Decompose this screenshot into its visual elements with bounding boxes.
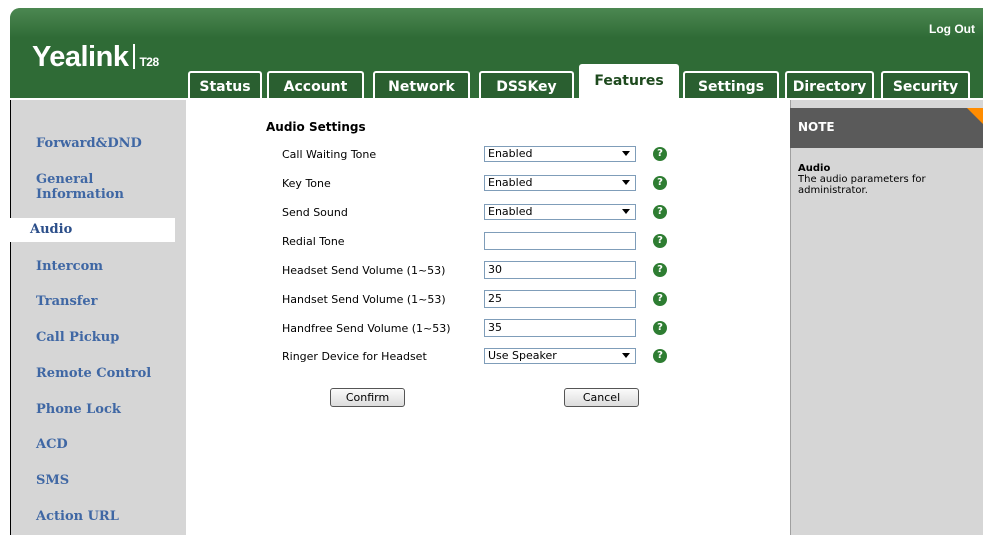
- sidebar-item-general-information[interactable]: General Information: [36, 172, 156, 202]
- headset-send-volume-input[interactable]: 30: [484, 261, 636, 279]
- section-heading: Audio Settings: [266, 120, 366, 134]
- handset-send-volume-label: Handset Send Volume (1~53): [282, 293, 446, 306]
- select-value: Enabled: [488, 205, 533, 218]
- help-icon[interactable]: ?: [653, 176, 667, 190]
- brand-model: T28: [139, 55, 159, 69]
- page: Yealink T28 Log Out Status Account Networ…: [0, 0, 983, 535]
- sidebar-item-transfer[interactable]: Transfer: [36, 294, 97, 309]
- sidebar-item-phone-lock[interactable]: Phone Lock: [36, 402, 121, 417]
- redial-tone-input[interactable]: [484, 232, 636, 250]
- chevron-down-icon: [622, 209, 630, 214]
- help-icon[interactable]: ?: [653, 292, 667, 306]
- tab-network[interactable]: Network: [373, 71, 470, 99]
- brand-name: Yealink: [32, 41, 129, 73]
- chevron-down-icon: [622, 151, 630, 156]
- note-corner-icon: [967, 108, 983, 124]
- ringer-device-headset-select[interactable]: Use Speaker: [484, 348, 636, 364]
- select-value: Enabled: [488, 176, 533, 189]
- cancel-button[interactable]: Cancel: [564, 388, 639, 407]
- tab-account[interactable]: Account: [267, 71, 364, 99]
- note-body: Audio The audio parameters for administr…: [798, 163, 968, 196]
- help-icon[interactable]: ?: [653, 349, 667, 363]
- handfree-send-volume-label: Handfree Send Volume (1~53): [282, 322, 451, 335]
- header-highlight: [10, 8, 983, 38]
- tab-security[interactable]: Security: [881, 71, 970, 99]
- sidebar-item-remote-control[interactable]: Remote Control: [36, 366, 151, 381]
- sidebar-item-intercom[interactable]: Intercom: [36, 259, 103, 274]
- call-waiting-tone-label: Call Waiting Tone: [282, 148, 377, 161]
- call-waiting-tone-select[interactable]: Enabled: [484, 146, 636, 162]
- logout-link[interactable]: Log Out: [929, 22, 975, 36]
- tab-settings[interactable]: Settings: [683, 71, 779, 99]
- tab-features[interactable]: Features: [579, 64, 679, 100]
- help-icon[interactable]: ?: [653, 234, 667, 248]
- ringer-device-headset-label: Ringer Device for Headset: [282, 350, 427, 363]
- main-content: [186, 100, 790, 535]
- confirm-button[interactable]: Confirm: [330, 388, 405, 407]
- headset-send-volume-label: Headset Send Volume (1~53): [282, 264, 446, 277]
- chevron-down-icon: [622, 180, 630, 185]
- sidebar-item-label: Audio: [30, 222, 73, 237]
- sidebar-item-call-pickup[interactable]: Call Pickup: [36, 330, 119, 345]
- sidebar: [11, 100, 186, 535]
- note-title-bar: NOTE: [790, 108, 983, 148]
- redial-tone-label: Redial Tone: [282, 235, 345, 248]
- sidebar-item-audio[interactable]: Audio: [0, 218, 175, 242]
- key-tone-label: Key Tone: [282, 177, 331, 190]
- send-sound-label: Send Sound: [282, 206, 348, 219]
- key-tone-select[interactable]: Enabled: [484, 175, 636, 191]
- help-icon[interactable]: ?: [653, 321, 667, 335]
- sidebar-item-forward-dnd[interactable]: Forward&DND: [36, 136, 142, 151]
- handfree-send-volume-input[interactable]: 35: [484, 319, 636, 337]
- note-text: The audio parameters for administrator.: [798, 174, 926, 196]
- help-icon[interactable]: ?: [653, 205, 667, 219]
- select-value: Use Speaker: [488, 349, 557, 362]
- tab-dsskey[interactable]: DSSKey: [479, 71, 574, 99]
- handset-send-volume-input[interactable]: 25: [484, 290, 636, 308]
- yealink-logo: Yealink T28: [32, 41, 159, 74]
- chevron-down-icon: [622, 353, 630, 358]
- sidebar-item-acd[interactable]: ACD: [36, 437, 68, 452]
- sidebar-item-action-url[interactable]: Action URL: [36, 509, 119, 524]
- logo-divider: [133, 44, 136, 69]
- send-sound-select[interactable]: Enabled: [484, 204, 636, 220]
- sidebar-item-sms[interactable]: SMS: [36, 473, 69, 488]
- help-icon[interactable]: ?: [653, 147, 667, 161]
- note-title: NOTE: [798, 120, 835, 134]
- tab-status[interactable]: Status: [188, 71, 262, 99]
- help-icon[interactable]: ?: [653, 263, 667, 277]
- note-topic: Audio: [798, 163, 831, 174]
- tab-directory[interactable]: Directory: [785, 71, 874, 99]
- select-value: Enabled: [488, 147, 533, 160]
